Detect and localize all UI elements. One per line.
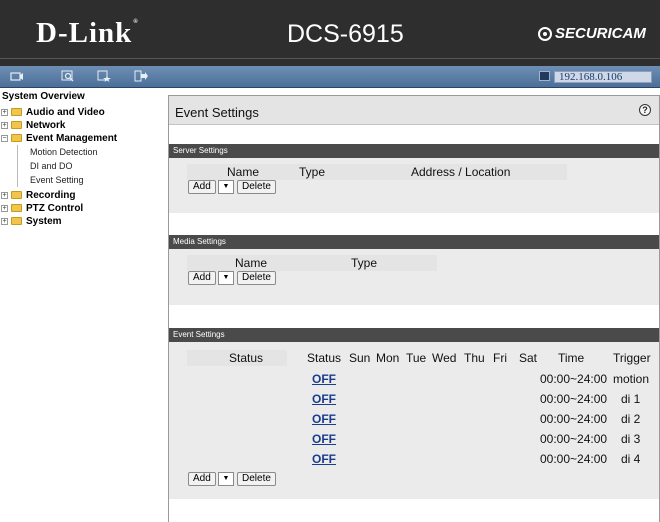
column-thu: Thu <box>464 351 485 365</box>
column-name: Name <box>235 256 268 270</box>
tree-item-motion-detection[interactable]: Motion Detection <box>30 147 98 157</box>
header-divider <box>0 58 660 59</box>
tree-item-event-management[interactable]: − Event Management <box>0 132 117 144</box>
event-delete-button[interactable]: Delete <box>237 472 276 486</box>
server-type-dropdown[interactable]: ▼ <box>218 180 234 194</box>
tree-item-network[interactable]: + Network <box>0 119 65 131</box>
folder-icon <box>11 108 22 116</box>
server-settings-section: Name Type Address / Location Add ▼ Delet… <box>169 158 659 213</box>
row-time: 00:00~24:00 <box>540 392 608 406</box>
status-toggle-link[interactable]: OFF <box>312 372 336 386</box>
main-content: Event Settings ? Server Settings Name Ty… <box>160 88 660 522</box>
sidebar-tree: System Overview + Audio and Video + Networ… <box>0 88 160 522</box>
status-toggle-link[interactable]: OFF <box>312 432 336 446</box>
column-type: Type <box>351 256 378 270</box>
folder-icon <box>11 204 22 212</box>
media-add-button[interactable]: Add <box>188 271 216 285</box>
expand-icon[interactable]: + <box>1 108 8 116</box>
tree-item-audio-video[interactable]: + Audio and Video <box>0 106 105 118</box>
event-type-dropdown[interactable]: ▼ <box>218 472 234 486</box>
column-name: Name <box>227 165 260 179</box>
row-trigger: di 3 <box>621 432 641 446</box>
column-mon: Mon <box>376 351 400 365</box>
tree-item-recording[interactable]: + Recording <box>0 189 75 201</box>
folder-icon <box>11 217 22 225</box>
media-settings-header: Media Settings <box>169 235 659 249</box>
column-time: Time <box>558 351 585 365</box>
monitor-icon <box>539 71 550 81</box>
column-sat: Sat <box>519 351 538 365</box>
folder-icon <box>11 191 22 199</box>
server-settings-header: Server Settings <box>169 144 659 158</box>
search-icon[interactable] <box>61 70 75 83</box>
collapse-icon[interactable]: − <box>1 134 8 142</box>
tree-item-di-and-do[interactable]: DI and DO <box>30 161 73 171</box>
server-add-button[interactable]: Add <box>188 180 216 194</box>
column-wed: Wed <box>432 351 457 365</box>
settings-star-icon[interactable] <box>97 70 111 83</box>
media-settings-section: Name Type Add ▼ Delete <box>169 249 659 305</box>
column-trigger: Trigger <box>613 351 651 365</box>
event-settings-panel: Event Settings ? Server Settings Name Ty… <box>168 95 660 522</box>
status-toggle-link[interactable]: OFF <box>312 452 336 466</box>
logout-icon[interactable] <box>134 70 148 83</box>
event-settings-header: Event Settings <box>169 328 659 342</box>
column-address-location: Address / Location <box>411 165 511 179</box>
row-trigger: di 4 <box>621 452 641 466</box>
column-status-label: Status <box>229 351 264 365</box>
panel-header: Event Settings ? <box>169 96 659 125</box>
column-type: Type <box>299 165 326 179</box>
row-time: 00:00~24:00 <box>540 452 608 466</box>
column-status: Status <box>307 351 342 365</box>
expand-icon[interactable]: + <box>1 217 8 225</box>
tree-connector <box>17 145 18 187</box>
app-header: D-Link® DCS-6915 SECURICAM <box>0 0 660 66</box>
expand-icon[interactable]: + <box>1 121 8 129</box>
camera-model-title: DCS-6915 <box>287 20 404 48</box>
tree-item-ptz-control[interactable]: + PTZ Control <box>0 202 83 214</box>
row-time: 00:00~24:00 <box>540 412 608 426</box>
securicam-mark-icon <box>538 26 552 41</box>
row-trigger: motion <box>613 372 650 386</box>
event-add-button[interactable]: Add <box>188 472 216 486</box>
tree-root-system-overview[interactable]: System Overview <box>2 91 85 102</box>
toolbar: 192.168.0.106 <box>0 66 660 88</box>
column-sun: Sun <box>349 351 371 365</box>
status-toggle-link[interactable]: OFF <box>312 392 336 406</box>
row-trigger: di 2 <box>621 412 641 426</box>
server-table-header: Name Type Address / Location <box>187 164 567 180</box>
server-delete-button[interactable]: Delete <box>237 180 276 194</box>
media-delete-button[interactable]: Delete <box>237 271 276 285</box>
folder-open-icon <box>11 134 22 142</box>
row-time: 00:00~24:00 <box>540 432 608 446</box>
dlink-logo: D-Link® <box>36 17 139 49</box>
folder-icon <box>11 121 22 129</box>
row-trigger: di 1 <box>621 392 641 406</box>
page-title: Event Settings <box>175 105 259 120</box>
media-type-dropdown[interactable]: ▼ <box>218 271 234 285</box>
help-icon[interactable]: ? <box>639 104 651 116</box>
row-time: 00:00~24:00 <box>540 372 608 386</box>
column-tue: Tue <box>406 351 427 365</box>
camera-icon[interactable] <box>10 70 24 83</box>
status-toggle-link[interactable]: OFF <box>312 412 336 426</box>
tree-item-system[interactable]: + System <box>0 215 62 227</box>
column-fri: Fri <box>493 351 507 365</box>
event-settings-section: Status Status Sun Mon Tue Wed Thu Fri Sa… <box>169 342 659 499</box>
expand-icon[interactable]: + <box>1 191 8 199</box>
media-table-header: Name Type <box>187 255 437 271</box>
ip-address-display: 192.168.0.106 <box>554 71 652 83</box>
securicam-logo: SECURICAM <box>538 25 646 42</box>
tree-item-event-setting[interactable]: Event Setting <box>30 175 84 185</box>
expand-icon[interactable]: + <box>1 204 8 212</box>
